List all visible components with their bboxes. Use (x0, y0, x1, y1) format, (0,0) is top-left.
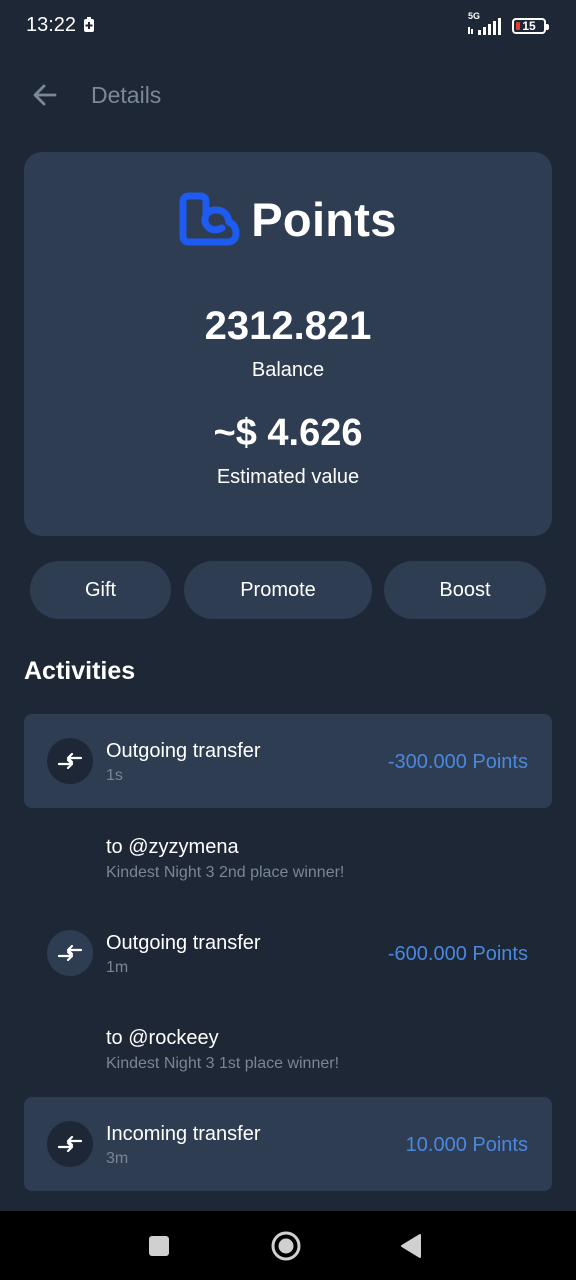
charging-icon (84, 17, 94, 32)
activity-time: 1s (106, 767, 123, 784)
balance-value: 2312.821 (204, 304, 372, 348)
points-logo-icon (179, 192, 240, 246)
activity-amount: -300.000 Points (387, 751, 528, 773)
square-icon (149, 1236, 169, 1256)
estimated-value: ~$ 4.626 (213, 412, 363, 454)
back-button[interactable] (28, 78, 62, 112)
activities-heading: Activities (24, 657, 136, 685)
home-button[interactable] (269, 1229, 303, 1263)
activity-row[interactable]: Outgoing transfer 1m -600.000 Points (24, 906, 552, 1000)
brand: Points (24, 190, 552, 248)
transfer-icon (47, 1121, 93, 1167)
transfer-icon (47, 930, 93, 976)
activity-recipient: to @rockeey (106, 1027, 219, 1049)
status-icons: 5G 15 (468, 11, 549, 38)
header: Details (0, 68, 576, 122)
activity-detail: to @rockeey Kindest Night 3 1st place wi… (106, 1027, 546, 1073)
promote-button[interactable]: Promote (184, 561, 372, 619)
activity-row[interactable]: Outgoing transfer 1s -300.000 Points (24, 714, 552, 808)
battery-level: 15 (522, 19, 536, 33)
activity-row[interactable]: Incoming transfer 3m 10.000 Points (24, 1097, 552, 1191)
gift-button[interactable]: Gift (30, 561, 171, 619)
back-triangle-icon (401, 1234, 421, 1258)
activity-type: Outgoing transfer (106, 932, 261, 954)
activity-amount: 10.000 Points (405, 1134, 528, 1156)
status-bar: 13:22 5G 15 (0, 0, 576, 54)
activity-time: 3m (106, 1150, 129, 1167)
activity-amount: -600.000 Points (387, 943, 528, 965)
recents-button[interactable] (142, 1229, 176, 1263)
brand-name: Points (251, 192, 397, 246)
activity-recipient: to @zyzymena (106, 836, 239, 858)
status-time: 13:22 (26, 14, 77, 36)
activity-type: Incoming transfer (106, 1123, 261, 1145)
activity-memo: Kindest Night 3 1st place winner! (106, 1055, 340, 1072)
points-card: Points 2312.821 Balance ~$ 4.626 Estimat… (24, 152, 552, 536)
balance-label: Balance (251, 359, 325, 381)
boost-button[interactable]: Boost (384, 561, 546, 619)
home-circle-icon (271, 1231, 301, 1261)
arrow-left-icon (33, 84, 57, 106)
activity-type: Outgoing transfer (106, 740, 261, 762)
signal-icon: 5G (468, 11, 504, 37)
screen: 13:22 5G 15 Details Points 2312.821 Bala… (0, 0, 576, 1280)
battery-icon: 15 (512, 18, 549, 34)
page-title: Details (91, 82, 162, 108)
estimated-value-label: Estimated value (216, 466, 360, 488)
transfer-icon (47, 738, 93, 784)
activity-time: 1m (106, 959, 129, 976)
activity-memo: Kindest Night 3 2nd place winner! (106, 864, 345, 881)
back-nav-button[interactable] (394, 1229, 428, 1263)
system-nav-bar (0, 1211, 576, 1280)
activity-detail: to @zyzymena Kindest Night 3 2nd place w… (106, 836, 546, 882)
